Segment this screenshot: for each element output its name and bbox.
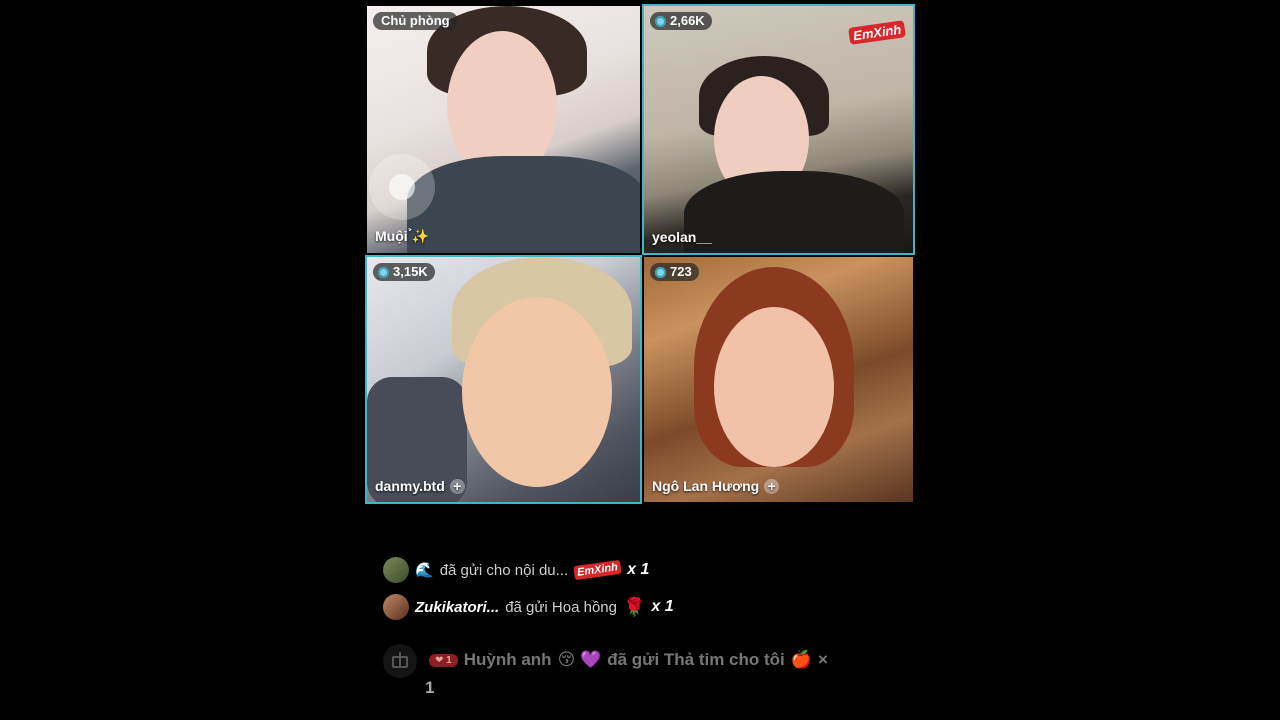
gift-notification: 🌊 đã gửi cho nội du... EmXinh x 1 xyxy=(383,556,649,584)
live-dot-icon xyxy=(655,266,666,278)
viewer-count: 723 xyxy=(670,264,692,279)
host-shirt xyxy=(407,156,640,253)
emoji-icons: 😚 💜 xyxy=(557,650,602,669)
level-badge: ❤ 1 xyxy=(429,653,458,667)
guest-name-label: Ngô Lan Hương xyxy=(652,478,760,494)
guest-name[interactable]: yeolan__ xyxy=(652,229,712,245)
guest-name[interactable]: Muội ̉✨ xyxy=(375,228,429,245)
guest-face xyxy=(462,297,612,487)
gift-notification: Zukikatori... đã gửi Hoa hồng 🌹 x 1 xyxy=(383,593,674,621)
floating-joystick[interactable] xyxy=(369,154,435,220)
gift-text: đã gửi cho nội du... xyxy=(439,561,569,579)
viewer-count-badge: 3,15K xyxy=(373,263,435,281)
guest-tile-host[interactable]: Chủ phòng Muội ̉✨ xyxy=(365,4,642,255)
ticker-text: đã gửi Thả tim cho tôi xyxy=(607,650,785,669)
follow-plus-icon[interactable]: + xyxy=(449,478,465,494)
avatar[interactable] xyxy=(383,557,409,583)
host-badge: Chủ phòng xyxy=(373,12,458,30)
apple-icon: 🍎 xyxy=(790,650,812,669)
joystick-knob[interactable] xyxy=(389,174,415,200)
live-dot-icon xyxy=(655,15,666,27)
ticker-count: 1 xyxy=(425,678,435,697)
ticker-sender[interactable]: Huỳnh anh xyxy=(464,650,552,670)
rose-icon: 🌹 xyxy=(622,596,646,617)
guest-tile-3[interactable]: 3,15K danmy.btd + xyxy=(365,255,642,504)
guest-tile-2[interactable]: 2,66K EmXinh yeolan__ xyxy=(642,4,915,255)
guest-face xyxy=(714,307,834,467)
gift-sender[interactable]: Zukikatori... xyxy=(415,599,499,616)
follow-plus-icon[interactable]: + xyxy=(764,478,780,494)
live-stage: Chủ phòng Muội ̉✨ 2,66K EmXinh yeolan__ … xyxy=(365,4,915,720)
ticker-message: ❤ 1 Huỳnh anh 😚 💜 đã gửi Thả tim cho tôi… xyxy=(429,650,828,670)
gift-ticker: ❤ 1 Huỳnh anh 😚 💜 đã gửi Thả tim cho tôi… xyxy=(383,644,903,704)
viewer-count-badge: 2,66K xyxy=(650,12,712,30)
gift-text: đã gửi Hoa hồng xyxy=(505,598,617,616)
guest-name-label: Muội ̉✨ xyxy=(375,228,429,244)
viewer-count: 2,66K xyxy=(670,13,705,28)
gift-count: x 1 xyxy=(651,598,674,615)
wave-icon: 🌊 xyxy=(415,562,434,579)
gift-count: x 1 xyxy=(627,561,650,578)
emxinh-gift-icon: EmXinh xyxy=(573,559,622,581)
multi-guest-grid: Chủ phòng Muội ̉✨ 2,66K EmXinh yeolan__ … xyxy=(365,4,915,504)
guest-name[interactable]: Ngô Lan Hương + xyxy=(652,478,780,494)
guest-name-label: yeolan__ xyxy=(652,229,712,245)
guest-shirt xyxy=(684,171,904,253)
host-badge-label: Chủ phòng xyxy=(381,13,450,28)
gift-box-icon[interactable] xyxy=(383,644,417,678)
live-dot-icon xyxy=(378,266,389,278)
viewer-count: 3,15K xyxy=(393,264,428,279)
avatar[interactable] xyxy=(383,594,409,620)
guest-name-label: danmy.btd xyxy=(375,478,445,494)
guest-tile-4[interactable]: 723 Ngô Lan Hương + xyxy=(642,255,915,504)
viewer-count-badge: 723 xyxy=(650,263,699,281)
multiplier: × xyxy=(817,650,828,669)
guest-name[interactable]: danmy.btd + xyxy=(375,478,465,494)
